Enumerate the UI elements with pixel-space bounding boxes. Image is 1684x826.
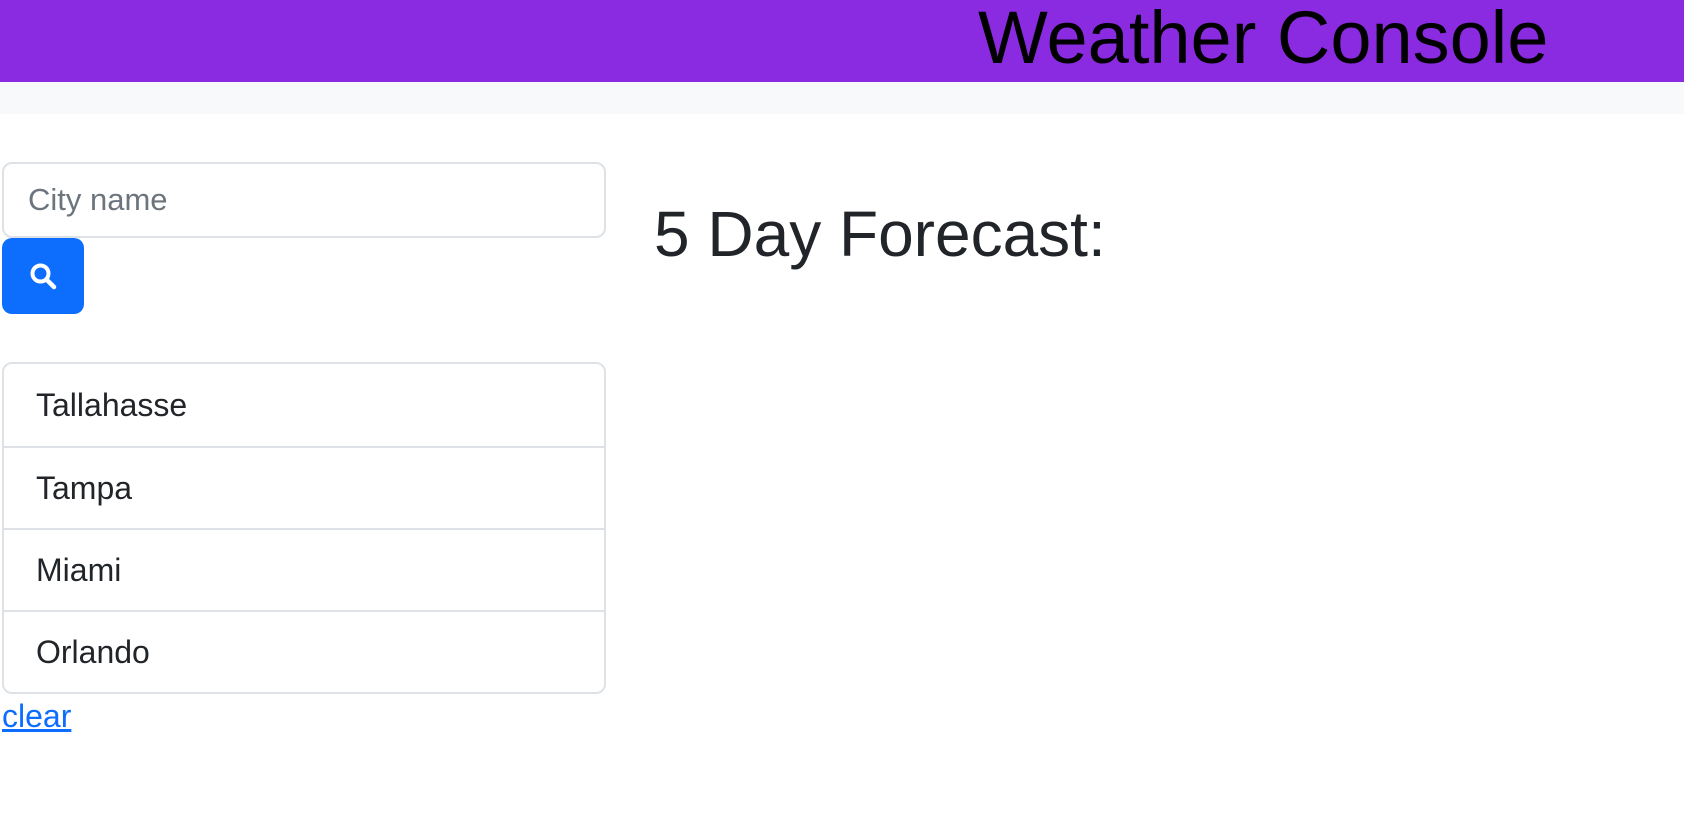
app-title: Weather Console (978, 0, 1549, 79)
city-history-item[interactable]: Miami (4, 528, 604, 610)
clear-history-link[interactable]: clear (2, 696, 71, 736)
city-history-item[interactable]: Tampa (4, 446, 604, 528)
sub-bar (0, 82, 1684, 114)
search-icon (28, 261, 58, 291)
app-header: Weather Console (0, 0, 1684, 82)
forecast-title: 5 Day Forecast: (654, 198, 1106, 270)
city-search-input[interactable] (2, 162, 606, 238)
city-history-item[interactable]: Tallahasse (4, 364, 604, 446)
search-button[interactable] (2, 238, 84, 314)
search-history-list: Tallahasse Tampa Miami Orlando (2, 362, 606, 694)
city-history-item[interactable]: Orlando (4, 610, 604, 692)
